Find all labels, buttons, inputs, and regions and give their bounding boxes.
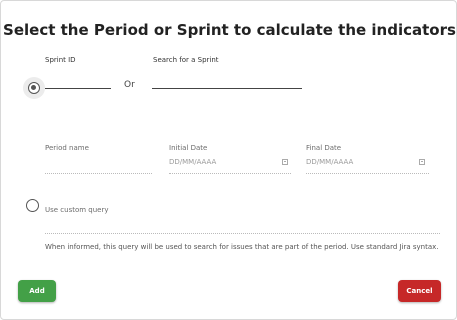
radio-dot-icon bbox=[31, 85, 36, 90]
custom-query-help: When informed, this query will be used t… bbox=[45, 243, 439, 251]
sprint-id-input[interactable] bbox=[45, 88, 111, 89]
dialog-title: Select the Period or Sprint to calculate… bbox=[3, 21, 456, 39]
sprint-radio[interactable] bbox=[28, 82, 40, 94]
initial-calendar-icon[interactable] bbox=[282, 159, 288, 165]
initial-date-label: Initial Date bbox=[169, 144, 208, 152]
initial-date-placeholder: DD/MM/AAAA bbox=[169, 158, 217, 166]
add-button[interactable]: Add bbox=[18, 280, 56, 302]
final-date-placeholder: DD/MM/AAAA bbox=[306, 158, 354, 166]
period-name-input[interactable] bbox=[45, 173, 152, 174]
cancel-button[interactable]: Cancel bbox=[398, 280, 441, 302]
final-date-input[interactable] bbox=[306, 173, 429, 174]
sprint-id-label: Sprint ID bbox=[45, 56, 76, 64]
custom-query-input[interactable] bbox=[45, 233, 440, 234]
or-label: Or bbox=[124, 80, 135, 90]
final-date-label: Final Date bbox=[306, 144, 342, 152]
initial-date-input[interactable] bbox=[169, 173, 291, 174]
final-calendar-icon[interactable] bbox=[419, 159, 425, 165]
sprint-search-input[interactable] bbox=[152, 88, 302, 89]
period-name-label: Period name bbox=[45, 144, 89, 152]
custom-query-label: Use custom query bbox=[45, 206, 109, 214]
sprint-search-label: Search for a Sprint bbox=[153, 56, 219, 64]
custom-query-radio[interactable] bbox=[26, 199, 39, 212]
indicator-period-dialog: Select the Period or Sprint to calculate… bbox=[0, 0, 457, 320]
